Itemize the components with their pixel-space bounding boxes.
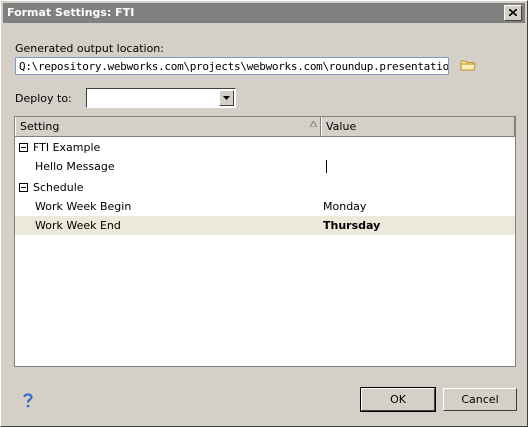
column-header-value[interactable]: Value	[321, 117, 515, 136]
format-settings-dialog: Format Settings: FTI Generated output lo…	[0, 0, 528, 427]
close-button[interactable]	[504, 5, 522, 21]
group-label: Schedule	[33, 181, 84, 194]
grid-header: Setting Value	[15, 117, 515, 137]
close-icon	[509, 9, 517, 16]
text-caret	[326, 160, 327, 173]
settings-grid: Setting Value FTI Example Hello Message …	[14, 116, 516, 367]
group-label: FTI Example	[33, 141, 101, 154]
collapse-toggle-icon[interactable]	[19, 143, 28, 152]
group-row-fti-example[interactable]: FTI Example	[15, 138, 515, 157]
chevron-down-icon	[223, 96, 230, 100]
title-bar: Format Settings: FTI	[3, 3, 525, 23]
column-header-setting[interactable]: Setting	[15, 117, 321, 136]
output-location-label: Generated output location:	[15, 42, 164, 55]
deploy-dropdown-button[interactable]	[219, 90, 234, 106]
collapse-toggle-icon[interactable]	[19, 183, 28, 192]
sort-ascending-icon	[310, 121, 317, 127]
group-row-schedule[interactable]: Schedule	[15, 178, 515, 197]
deploy-to-select[interactable]	[86, 88, 236, 108]
setting-name: Hello Message	[35, 160, 115, 173]
ok-button[interactable]: OK	[360, 387, 436, 412]
deploy-to-label: Deploy to:	[15, 92, 72, 105]
setting-row-hello-message[interactable]: Hello Message	[15, 157, 515, 176]
setting-value[interactable]: Monday	[323, 200, 366, 213]
folder-icon[interactable]	[460, 58, 476, 72]
setting-name: Work Week Begin	[35, 200, 132, 213]
setting-value[interactable]: Thursday	[323, 219, 380, 232]
dialog-title: Format Settings: FTI	[7, 6, 135, 19]
cancel-button[interactable]: Cancel	[443, 388, 517, 411]
output-location-field[interactable]: Q:\repository.webworks.com\projects\webw…	[15, 57, 449, 75]
help-icon[interactable]	[21, 392, 35, 408]
setting-name: Work Week End	[35, 219, 121, 232]
setting-row-work-week-begin[interactable]: Work Week Begin Monday	[15, 197, 515, 216]
setting-row-work-week-end[interactable]: Work Week End Thursday	[15, 216, 515, 235]
